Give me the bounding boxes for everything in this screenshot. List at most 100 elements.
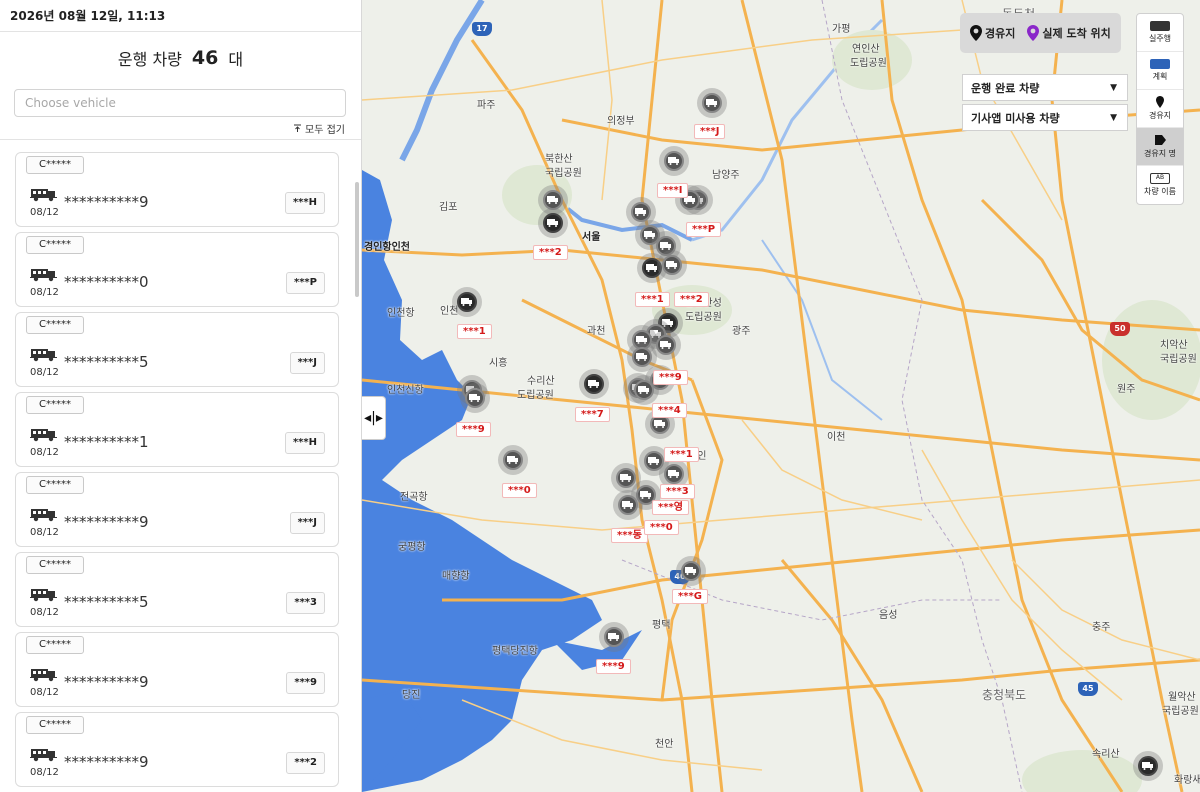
map-place-label: 시흥 <box>489 358 508 369</box>
vehicle-marker[interactable] <box>697 88 727 118</box>
truck-icon <box>662 255 682 275</box>
vehicle-marker[interactable] <box>498 445 528 475</box>
vehicle-card[interactable]: C***** **********5 08/12 ***J <box>15 312 339 387</box>
truck-icon <box>618 495 638 515</box>
vehicle-card[interactable]: C***** **********9 08/12 ***9 <box>15 632 339 707</box>
route-plan-icon <box>1150 59 1170 69</box>
collapse-all-label: 모두 접기 <box>305 124 345 136</box>
vehicle-marker-label[interactable]: ***9 <box>596 659 631 674</box>
caret-down-icon: ▼ <box>1110 82 1117 93</box>
vehicle-date: 08/12 <box>30 367 59 378</box>
map-place-label: 이천 <box>827 432 846 443</box>
vehicle-search-input[interactable] <box>14 89 346 117</box>
vehicle-card[interactable]: C***** **********9 08/12 ***2 <box>15 712 339 787</box>
completed-vehicles-dropdown[interactable]: 운행 완료 차량 ▼ <box>962 74 1128 101</box>
toggle-vehicle-names-button[interactable]: AB 차량 이름 <box>1137 166 1183 204</box>
collapse-all-button[interactable]: 모두 접기 <box>0 117 361 139</box>
map-place-label: 파주 <box>477 100 496 111</box>
vehicle-tag: ***3 <box>286 592 325 614</box>
waypoint-name-tag-icon <box>1155 135 1166 145</box>
map-place-label: 의정부 <box>607 116 635 127</box>
map-place-label: 경인항인천 <box>364 242 410 253</box>
vehicle-marker[interactable] <box>599 622 629 652</box>
vehicle-marker[interactable] <box>452 287 482 317</box>
vehicle-code: C***** <box>26 476 84 494</box>
truck-icon <box>664 464 684 484</box>
vehicle-marker-label[interactable]: ***0 <box>502 483 537 498</box>
vehicle-tag: ***H <box>284 192 325 214</box>
vehicle-marker-label[interactable]: ***2 <box>533 245 568 260</box>
vehicle-marker-label[interactable]: ***9 <box>456 422 491 437</box>
map-place-label: 수리산 <box>527 376 555 387</box>
vehicle-card[interactable]: C***** **********5 08/12 ***3 <box>15 552 339 627</box>
highway-shield: 17 <box>472 22 492 36</box>
vehicle-date: 08/12 <box>30 607 59 618</box>
vehicle-marker-label[interactable]: ***4 <box>652 403 687 418</box>
vehicle-count-summary: 운행 차량 46 대 <box>0 32 361 84</box>
vehicle-marker-label[interactable]: ***9 <box>653 370 688 385</box>
toggle-waypoints-button[interactable]: 경유지 <box>1137 90 1183 128</box>
vehicle-marker-label[interactable]: ***1 <box>457 324 492 339</box>
vehicle-marker-label[interactable]: ***3 <box>660 484 695 499</box>
vehicle-marker-label[interactable]: ***영 <box>652 500 689 515</box>
vehicle-marker-label[interactable]: ***J <box>694 124 726 139</box>
truck-icon <box>30 187 58 202</box>
vehicle-marker-label[interactable]: ***0 <box>644 520 679 535</box>
vehicle-card[interactable]: C***** **********1 08/12 ***H <box>15 392 339 467</box>
toggle-actual-route-button[interactable]: 실주행 <box>1137 14 1183 52</box>
vehicle-tag: ***J <box>289 352 325 374</box>
vehicle-marker-label[interactable]: ***1 <box>664 447 699 462</box>
vehicle-marker[interactable] <box>538 208 568 238</box>
vehicle-marker-label[interactable]: ***1 <box>635 292 670 307</box>
truck-icon <box>465 388 485 408</box>
map-place-label: 충청북도 <box>982 688 1027 702</box>
toggle-plan-route-button[interactable]: 계획 <box>1137 52 1183 90</box>
search-wrap <box>0 84 361 117</box>
vehicle-marker[interactable] <box>659 146 689 176</box>
vehicle-marker[interactable] <box>676 556 706 586</box>
vehicle-list: C***** **********9 08/12 ***H C***** ********… <box>0 140 361 787</box>
vehicle-date: 08/12 <box>30 527 59 538</box>
map-place-label: 도립공원 <box>850 58 887 69</box>
vehicle-marker-label[interactable]: ***P <box>686 222 722 237</box>
vehicle-marker-label[interactable]: ***7 <box>575 407 610 422</box>
vehicle-tag: ***H <box>284 432 325 454</box>
map-place-label: 궁평항 <box>398 542 426 553</box>
map-place-label: 월악산 <box>1168 692 1196 703</box>
toggle-waypoint-names-button[interactable]: 경유지 명 <box>1137 128 1183 166</box>
no-app-vehicles-dropdown[interactable]: 기사앱 미사용 차량 ▼ <box>962 104 1128 131</box>
vehicle-marker[interactable] <box>613 490 643 520</box>
truck-icon <box>584 374 604 394</box>
legend-actual-arrival: 실제 도착 위치 <box>1027 25 1111 41</box>
vehicle-card[interactable]: C***** **********0 08/12 ***P <box>15 232 339 307</box>
vehicle-code: C***** <box>26 316 84 334</box>
vehicle-list-scrollbar[interactable] <box>355 182 359 297</box>
truck-icon <box>702 93 722 113</box>
vehicle-marker[interactable] <box>657 250 687 280</box>
vehicle-date: 08/12 <box>30 767 59 778</box>
vehicle-card[interactable]: C***** **********9 08/12 ***J <box>15 472 339 547</box>
panel-resize-handle[interactable]: ◂|▸ <box>362 396 386 440</box>
highway-shield: 45 <box>1078 682 1098 696</box>
map-legend: 경유지 실제 도착 위치 <box>960 13 1121 53</box>
map-place-label: 천안 <box>655 739 674 750</box>
vehicle-count: 46 <box>191 47 219 69</box>
vehicle-card[interactable]: C***** **********9 08/12 ***H <box>15 152 339 227</box>
vehicle-marker[interactable] <box>579 369 609 399</box>
vehicle-name-icon: AB <box>1150 173 1170 184</box>
vehicle-marker[interactable] <box>460 383 490 413</box>
caret-down-icon: ▼ <box>1110 112 1117 123</box>
map-place-label: 치악산 <box>1160 340 1188 351</box>
vehicle-plate: **********9 <box>64 753 149 771</box>
vehicle-marker-label[interactable]: ***G <box>672 589 708 604</box>
highway-shield: 50 <box>1110 322 1130 336</box>
collapse-icon <box>294 124 302 132</box>
truck-icon <box>634 380 654 400</box>
map-place-label: 음성 <box>879 610 898 621</box>
vehicle-marker-label[interactable]: ***2 <box>674 292 709 307</box>
vehicle-marker-label[interactable]: ***I <box>657 183 689 198</box>
vehicle-marker-label[interactable]: ***동 <box>611 528 648 543</box>
vehicle-code: C***** <box>26 236 84 254</box>
vehicle-marker[interactable] <box>1133 751 1163 781</box>
map-place-label: 국립공원 <box>545 168 582 179</box>
